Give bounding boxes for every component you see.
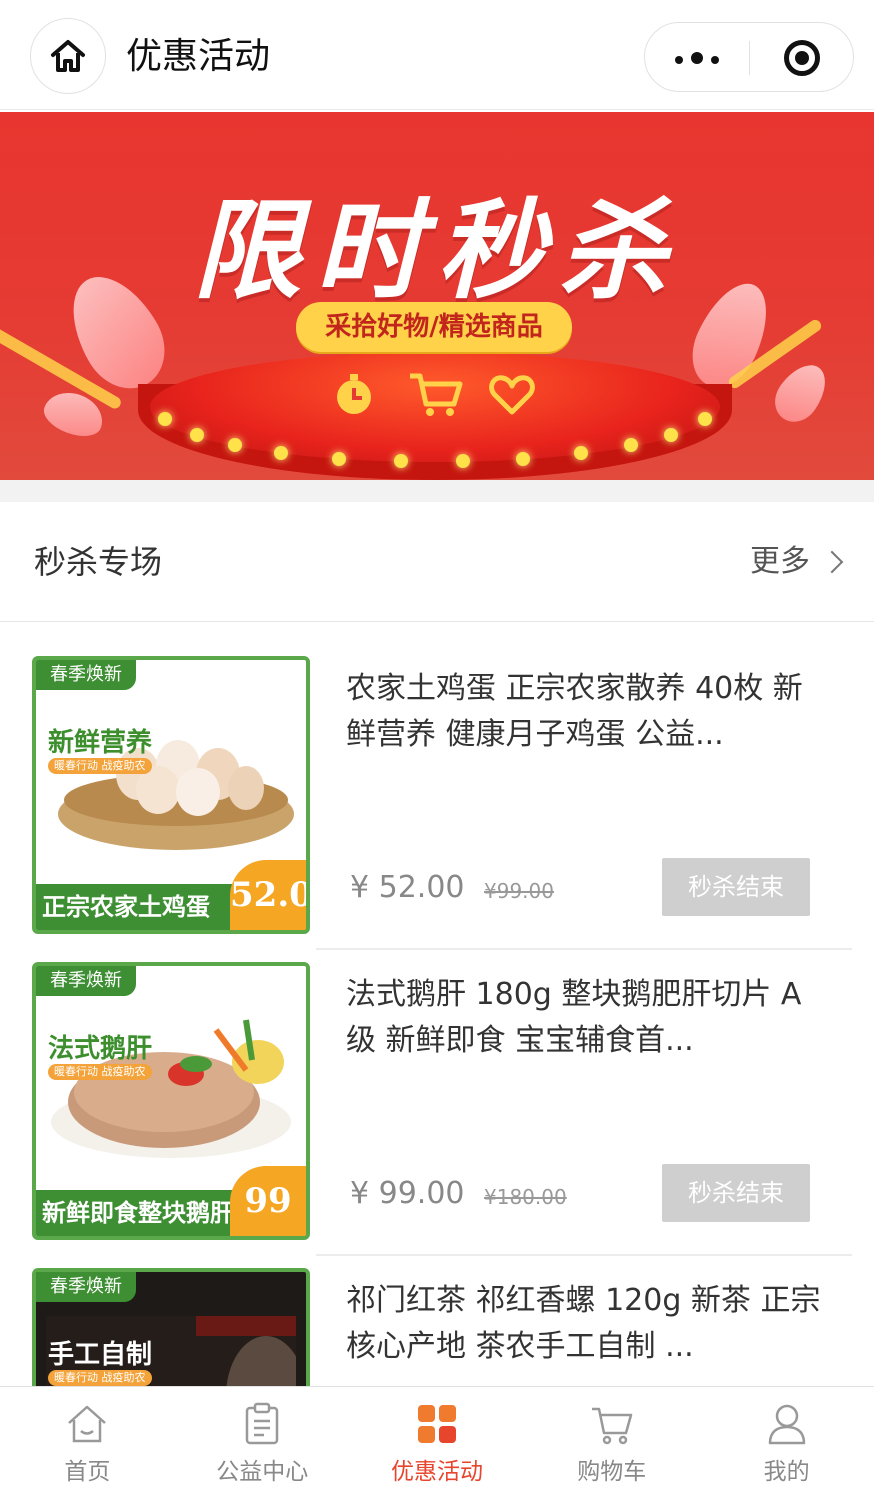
product-card[interactable]: 春季焕新 新鲜营养 暖春行动 战疫助农 正宗农家土鸡蛋 52.0 农家土鸡蛋 正… xyxy=(0,656,874,962)
stage-bulb xyxy=(394,454,408,468)
target-icon xyxy=(784,40,820,76)
stage-bulb xyxy=(574,446,588,460)
product-price: ¥ 99.00 xyxy=(350,1176,465,1211)
flash-sale-ended-button[interactable]: 秒杀结束 xyxy=(662,858,810,916)
image-price-badge: 99 xyxy=(230,1166,306,1236)
tab-label: 首页 xyxy=(64,1459,111,1485)
tab-home[interactable]: 首页 xyxy=(0,1387,175,1500)
image-mini-label: 暖春行动 战疫助农 xyxy=(48,1370,152,1386)
product-title[interactable]: 祁门红茶 祁红香螺 120g 新茶 正宗核心产地 茶农手工自制 ... xyxy=(346,1278,826,1370)
product-title[interactable]: 法式鹅肝 180g 整块鹅肥肝切片 A级 新鲜即食 宝宝辅食首... xyxy=(346,972,826,1064)
banner-subtitle: 采拾好物/精选商品 xyxy=(296,302,572,352)
product-card[interactable]: 春季焕新 法式鹅肝 暖春行动 战疫助农 新鲜即食整块鹅肝 99 法式鹅肝 180… xyxy=(0,962,874,1268)
image-headline: 手工自制 xyxy=(48,1340,153,1370)
home-button[interactable] xyxy=(30,18,106,94)
divider xyxy=(316,948,852,950)
image-price-badge: 52.0 xyxy=(230,860,306,930)
tab-label: 公益中心 xyxy=(216,1459,309,1485)
tab-label: 我的 xyxy=(763,1459,810,1485)
tab-promotions[interactable]: 优惠活动 xyxy=(350,1387,525,1500)
product-title[interactable]: 农家土鸡蛋 正宗农家散养 40枚 新鲜营养 健康月子鸡蛋 公益... xyxy=(346,666,826,758)
product-card[interactable]: 春季焕新 手工自制 暖春行动 战疫助农 祁门红茶 祁红香螺 120g 新茶 正宗… xyxy=(0,1268,874,1386)
more-label: 更多 xyxy=(750,544,810,579)
image-tag: 春季焕新 xyxy=(36,660,136,690)
clipboard-icon xyxy=(245,1402,279,1445)
image-mini-label: 暖春行动 战疫助农 xyxy=(48,1064,152,1080)
promo-banner[interactable]: 限时秒杀 采拾好物/精选商品 xyxy=(0,112,874,480)
stage-bulb xyxy=(698,412,712,426)
product-price: ¥ 52.00 xyxy=(350,870,465,905)
product-image[interactable]: 春季焕新 新鲜营养 暖春行动 战疫助农 正宗农家土鸡蛋 52.0 xyxy=(32,656,310,934)
mini-program-capsule xyxy=(644,22,854,92)
flash-sale-section-header: 秒杀专场 更多 xyxy=(0,502,874,622)
tab-mine[interactable]: 我的 xyxy=(699,1387,874,1500)
product-original-price: ¥99.00 xyxy=(484,879,554,903)
image-headline: 法式鹅肝 xyxy=(48,1034,153,1064)
product-image[interactable]: 春季焕新 法式鹅肝 暖春行动 战疫助农 新鲜即食整块鹅肝 99 xyxy=(32,962,310,1240)
stopwatch-icon xyxy=(330,370,378,418)
banner-title: 限时秒杀 xyxy=(192,189,681,314)
cart-icon xyxy=(408,370,463,418)
tab-cart[interactable]: 购物车 xyxy=(524,1387,699,1500)
stage-bulb xyxy=(332,452,346,466)
image-tag: 春季焕新 xyxy=(36,1272,136,1302)
bottom-tab-bar: 首页 公益中心 优惠活动 购物车 我的 xyxy=(0,1386,874,1500)
chevron-right-icon xyxy=(820,550,844,574)
tab-label: 优惠活动 xyxy=(390,1459,483,1485)
page-title: 优惠活动 xyxy=(126,36,271,77)
close-button[interactable] xyxy=(750,23,854,93)
person-icon xyxy=(768,1404,805,1445)
stage-bulb xyxy=(274,446,288,460)
stage-bulb xyxy=(228,438,242,452)
image-mini-label: 暖春行动 战疫助农 xyxy=(48,758,152,774)
section-title: 秒杀专场 xyxy=(34,543,163,581)
more-link[interactable]: 更多 xyxy=(750,542,844,582)
home-icon xyxy=(68,1405,107,1443)
flash-sale-ended-button[interactable]: 秒杀结束 xyxy=(662,1164,810,1222)
stage-bulb xyxy=(456,454,470,468)
divider xyxy=(316,1254,852,1256)
product-image[interactable]: 春季焕新 手工自制 暖春行动 战疫助农 xyxy=(32,1268,310,1386)
stage-bulb xyxy=(624,438,638,452)
stage-bulb xyxy=(664,428,678,442)
image-headline: 新鲜营养 xyxy=(48,728,153,758)
stage-bulb xyxy=(190,428,204,442)
product-original-price: ¥180.00 xyxy=(484,1185,567,1209)
home-icon xyxy=(51,40,85,72)
decor-drop xyxy=(766,355,836,431)
section-gap xyxy=(0,480,874,502)
grid-icon xyxy=(417,1405,456,1443)
stage-bulb xyxy=(516,452,530,466)
tab-label: 购物车 xyxy=(577,1459,647,1485)
image-tag: 春季焕新 xyxy=(36,966,136,996)
tab-charity-center[interactable]: 公益中心 xyxy=(175,1387,350,1500)
nav-header: 优惠活动 xyxy=(0,0,874,110)
stage-bulb xyxy=(158,412,172,426)
more-dots-icon xyxy=(671,49,723,68)
cart-icon xyxy=(591,1407,633,1445)
heart-icon xyxy=(488,370,536,418)
more-menu-button[interactable] xyxy=(645,23,749,93)
